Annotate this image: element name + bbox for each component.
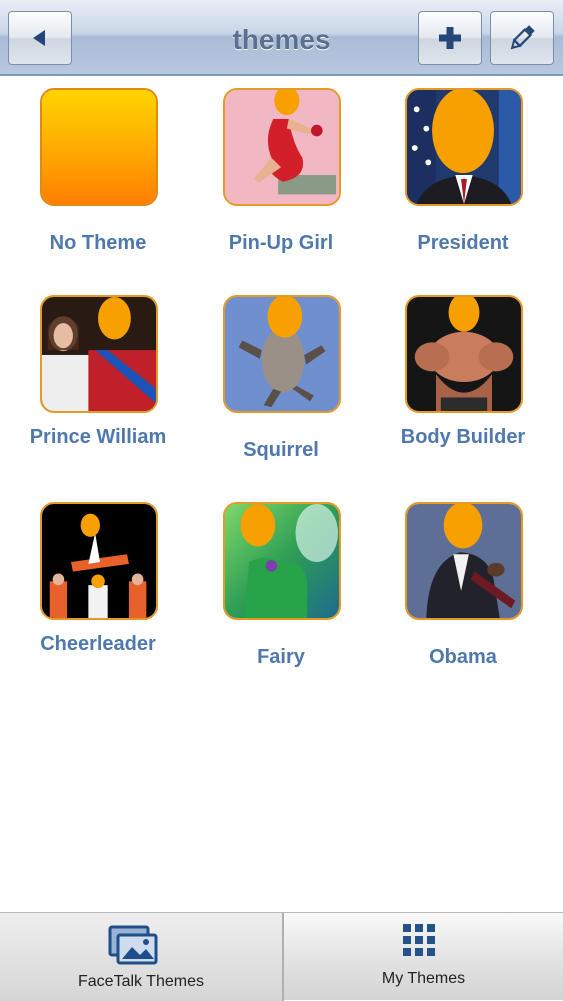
photo-stack-icon — [108, 925, 158, 965]
prince-william-thumbnail[interactable] — [40, 295, 158, 413]
grid-icon — [403, 924, 435, 956]
theme-tile-no-theme[interactable]: No Theme — [7, 76, 189, 276]
theme-label: No Theme — [49, 232, 147, 254]
pin-up-girl-thumbnail[interactable] — [223, 88, 341, 206]
theme-tile-prince-william[interactable]: Prince William — [7, 283, 189, 483]
pencil-icon — [510, 25, 535, 50]
body-builder-thumbnail[interactable] — [405, 295, 523, 413]
cheerleader-thumbnail[interactable] — [40, 502, 158, 620]
orange-square-image — [42, 90, 156, 204]
obama-image — [407, 504, 521, 618]
tab-label: My Themes — [381, 970, 466, 987]
body-builder-image — [407, 297, 521, 411]
theme-tile-body-builder[interactable]: Body Builder — [372, 283, 554, 483]
theme-tile-cheerleader[interactable]: Cheerleader — [7, 490, 189, 690]
fairy-image — [225, 504, 339, 618]
theme-label: Pin-Up Girl — [228, 232, 334, 254]
theme-label: Obama — [429, 646, 497, 668]
fairy-thumbnail[interactable] — [223, 502, 341, 620]
prince-william-image — [42, 297, 156, 411]
theme-label: Fairy — [257, 646, 305, 668]
page-title: themes — [232, 24, 331, 55]
squirrel-thumbnail[interactable] — [223, 295, 341, 413]
squirrel-image — [225, 297, 339, 411]
obama-thumbnail[interactable] — [405, 502, 523, 620]
no-theme-thumbnail[interactable] — [40, 88, 158, 206]
theme-tile-pin-up-girl[interactable]: Pin-Up Girl — [190, 76, 372, 276]
themes-grid: No Theme Pin-Up Girl President Prince Wi… — [0, 76, 563, 912]
pin-up-girl-image — [225, 90, 339, 204]
theme-label: Squirrel — [243, 439, 319, 461]
theme-label: Cheerleader — [40, 633, 156, 655]
top-navigation-bar: themes — [0, 0, 563, 76]
back-arrow-icon — [33, 30, 45, 46]
theme-tile-fairy[interactable]: Fairy — [190, 490, 372, 690]
tab-label: FaceTalk Themes — [78, 973, 204, 990]
theme-label: President — [417, 232, 509, 254]
add-theme-button[interactable] — [418, 11, 482, 65]
president-image — [407, 90, 521, 204]
plus-icon — [439, 27, 461, 49]
tab-my-themes[interactable]: My Themes — [284, 913, 563, 1001]
president-thumbnail[interactable] — [405, 88, 523, 206]
theme-label: Body Builder — [400, 426, 526, 448]
edit-button[interactable] — [490, 11, 554, 65]
bottom-tab-bar: FaceTalk Themes My Themes — [0, 912, 563, 1001]
theme-label: Prince William — [29, 426, 167, 448]
back-button[interactable] — [8, 11, 72, 65]
theme-tile-obama[interactable]: Obama — [372, 490, 554, 690]
tab-facetalk-themes[interactable]: FaceTalk Themes — [0, 913, 284, 1001]
theme-tile-squirrel[interactable]: Squirrel — [190, 283, 372, 483]
cheerleader-image — [42, 504, 156, 618]
theme-tile-president[interactable]: President — [372, 76, 554, 276]
